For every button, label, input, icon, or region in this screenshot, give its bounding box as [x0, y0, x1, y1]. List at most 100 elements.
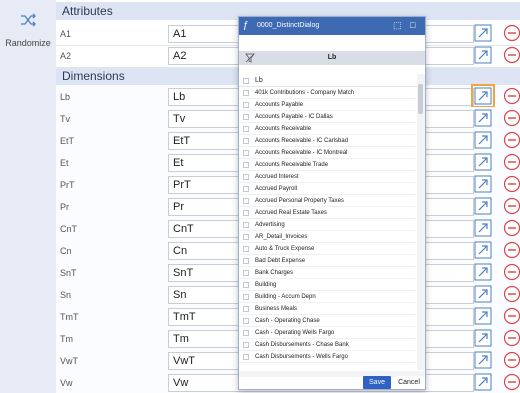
external-link-icon[interactable] — [474, 351, 492, 369]
remove-circle-icon[interactable] — [503, 24, 520, 42]
list-item[interactable]: Accrued Personal Property Taxes — [239, 196, 415, 207]
list-item-label: Accounts Receivable — [255, 126, 312, 132]
row-label: Lb — [60, 92, 71, 102]
row-label: Tm — [60, 334, 73, 344]
list-item-label: Cash - Operating Chase — [255, 318, 320, 324]
scrollbar-thumb[interactable] — [418, 84, 423, 114]
cancel-button[interactable]: Cancel — [395, 376, 423, 389]
external-link-icon[interactable] — [474, 24, 492, 42]
remove-circle-icon[interactable] — [503, 285, 520, 303]
item-checkbox[interactable] — [243, 258, 249, 264]
remove-circle-icon[interactable] — [503, 46, 520, 64]
remove-circle-icon[interactable] — [503, 307, 520, 325]
list-item[interactable]: Accounts Payable — [239, 100, 415, 111]
external-link-icon[interactable] — [471, 84, 495, 108]
external-link-icon[interactable] — [474, 46, 492, 64]
list-item[interactable]: Cash Disbursements - Chase Bank — [239, 340, 415, 351]
list-item[interactable]: AR_Detail_Invoices — [239, 232, 415, 243]
item-checkbox[interactable] — [243, 102, 249, 108]
external-link-icon[interactable] — [474, 307, 492, 325]
pin-icon[interactable]: ⬚ — [393, 20, 403, 32]
list-item[interactable]: Business Meals — [239, 304, 415, 315]
value-list: 401k Contributions - Company Match Accoun… — [239, 88, 415, 371]
external-link-icon[interactable] — [474, 175, 492, 193]
external-link-icon[interactable] — [474, 109, 492, 127]
item-checkbox[interactable] — [243, 318, 249, 324]
list-item[interactable]: Accounts Receivable - IC Montreal — [239, 148, 415, 159]
list-item[interactable]: Advertising — [239, 220, 415, 231]
row-input-edge — [466, 352, 474, 370]
item-checkbox[interactable] — [243, 306, 249, 312]
list-item[interactable]: Building - Accum Depn — [239, 292, 415, 303]
distinct-dialog: 0000_DistinctDialog ƒ ⬚ □ Lb Lb ▼ 401k C… — [238, 16, 426, 390]
item-checkbox[interactable] — [243, 222, 249, 228]
item-checkbox[interactable] — [243, 186, 249, 192]
row-input-edge — [466, 176, 474, 194]
list-item[interactable]: Accrued Interest — [239, 172, 415, 183]
list-item[interactable]: Accounts Receivable - IC Carlsbad — [239, 136, 415, 147]
external-link-icon[interactable] — [474, 197, 492, 215]
item-checkbox[interactable] — [243, 210, 249, 216]
remove-circle-icon[interactable] — [503, 175, 520, 193]
vertical-scrollbar[interactable] — [417, 74, 425, 370]
external-link-icon[interactable] — [474, 263, 492, 281]
list-item-label: Accrued Interest — [255, 174, 299, 180]
item-checkbox[interactable] — [243, 270, 249, 276]
select-all-checkbox[interactable] — [243, 78, 249, 84]
remove-circle-icon[interactable] — [503, 219, 520, 237]
external-link-icon[interactable] — [474, 219, 492, 237]
list-item[interactable]: Cash - Operating Wells Fargo — [239, 328, 415, 339]
row-label: CnT — [60, 224, 78, 234]
remove-circle-icon[interactable] — [503, 197, 520, 215]
external-link-icon[interactable] — [474, 131, 492, 149]
list-item[interactable]: Accounts Receivable — [239, 124, 415, 135]
item-checkbox[interactable] — [243, 282, 249, 288]
clear-filter-icon[interactable] — [245, 53, 255, 63]
remove-circle-icon[interactable] — [503, 109, 520, 127]
item-checkbox[interactable] — [243, 114, 249, 120]
list-item[interactable]: Accrued Real Estate Taxes — [239, 208, 415, 219]
external-link-icon[interactable] — [474, 329, 492, 347]
remove-circle-icon[interactable] — [503, 241, 520, 259]
external-link-icon[interactable] — [474, 373, 492, 391]
list-item[interactable]: Auto & Truck Expense — [239, 244, 415, 255]
item-checkbox[interactable] — [243, 330, 249, 336]
remove-circle-icon[interactable] — [503, 263, 520, 281]
list-item[interactable]: Building — [239, 280, 415, 291]
list-item[interactable]: Bank Charges — [239, 268, 415, 279]
list-item[interactable]: Cash - Operating Chase — [239, 316, 415, 327]
item-checkbox[interactable] — [243, 126, 249, 132]
list-item[interactable]: Accrued Payroll — [239, 184, 415, 195]
randomize-label[interactable]: Randomize — [0, 38, 56, 48]
item-checkbox[interactable] — [243, 138, 249, 144]
external-link-icon[interactable] — [474, 153, 492, 171]
remove-circle-icon[interactable] — [503, 373, 520, 391]
maximize-icon[interactable]: □ — [410, 20, 420, 32]
remove-circle-icon[interactable] — [503, 329, 520, 347]
item-checkbox[interactable] — [243, 198, 249, 204]
item-checkbox[interactable] — [243, 342, 249, 348]
item-checkbox[interactable] — [243, 150, 249, 156]
item-checkbox[interactable] — [243, 234, 249, 240]
item-checkbox[interactable] — [243, 90, 249, 96]
external-link-icon[interactable] — [474, 285, 492, 303]
item-checkbox[interactable] — [243, 162, 249, 168]
remove-circle-icon[interactable] — [503, 153, 520, 171]
remove-circle-icon[interactable] — [503, 351, 520, 369]
shuffle-icon[interactable] — [20, 12, 36, 28]
row-input-edge — [466, 286, 474, 304]
remove-circle-icon[interactable] — [503, 131, 520, 149]
list-item[interactable]: Accounts Receivable Trade — [239, 160, 415, 171]
list-item[interactable]: Cash Disbursements - Wells Fargo — [239, 352, 415, 363]
save-button[interactable]: Save — [363, 376, 391, 389]
item-checkbox[interactable] — [243, 354, 249, 360]
list-item[interactable]: Accounts Payable - IC Dallas — [239, 112, 415, 123]
item-checkbox[interactable] — [243, 246, 249, 252]
list-item-label: Accounts Receivable - IC Montreal — [255, 150, 348, 156]
remove-circle-icon[interactable] — [503, 87, 520, 105]
item-checkbox[interactable] — [243, 294, 249, 300]
list-item[interactable]: 401k Contributions - Company Match — [239, 88, 415, 99]
external-link-icon[interactable] — [474, 241, 492, 259]
item-checkbox[interactable] — [243, 174, 249, 180]
list-item[interactable]: Bad Debt Expense — [239, 256, 415, 267]
